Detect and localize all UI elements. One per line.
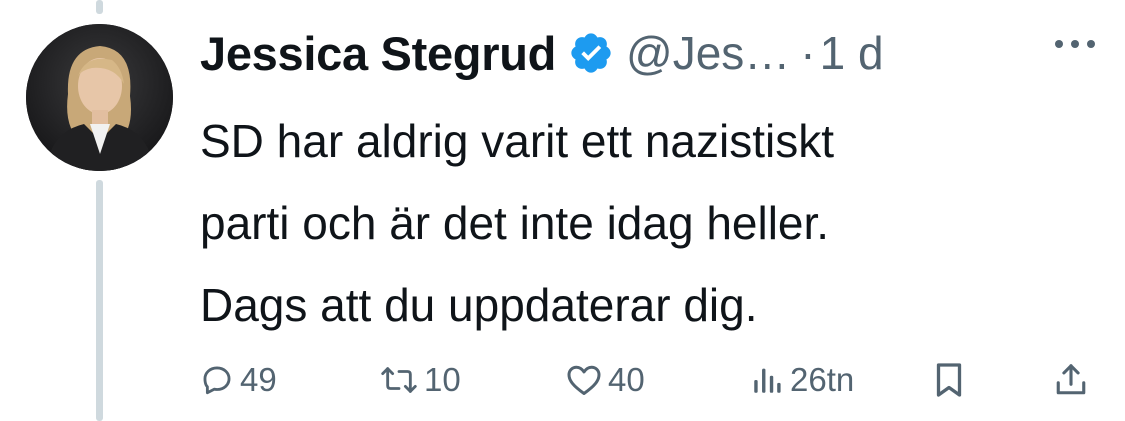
views-button[interactable]: 26tn [750, 352, 854, 408]
views-icon [750, 363, 784, 397]
tweet[interactable]: Jessica Stegrud @Jes… · 1 d SD har aldri… [0, 0, 1125, 421]
retweet-button[interactable]: 10 [380, 352, 461, 408]
verified-badge-icon [568, 30, 614, 76]
reply-icon [200, 363, 234, 397]
more-icon[interactable] [1052, 34, 1098, 54]
share-icon [1054, 362, 1088, 398]
share-button[interactable] [1054, 352, 1088, 408]
views-count: 26tn [790, 361, 855, 398]
bookmark-icon [934, 362, 964, 398]
reply-count: 49 [240, 361, 277, 398]
retweet-count: 10 [424, 361, 461, 398]
bookmark-button[interactable] [934, 352, 964, 408]
thread-line-top [96, 0, 103, 14]
retweet-icon [380, 363, 418, 397]
timestamp[interactable]: 1 d [820, 26, 884, 80]
heart-icon [566, 363, 602, 397]
handle[interactable]: @Jes… [626, 26, 790, 80]
action-bar: 49 10 40 26tn [0, 352, 1125, 408]
reply-button[interactable]: 49 [200, 352, 277, 408]
display-name[interactable]: Jessica Stegrud [200, 26, 556, 81]
separator-dot: · [800, 27, 816, 79]
avatar[interactable] [26, 24, 173, 171]
tweet-header: Jessica Stegrud @Jes… · 1 d [200, 18, 884, 88]
like-button[interactable]: 40 [566, 352, 645, 408]
tweet-text: SD har aldrig varit ett nazistiskt parti… [200, 115, 835, 331]
like-count: 40 [608, 361, 645, 398]
